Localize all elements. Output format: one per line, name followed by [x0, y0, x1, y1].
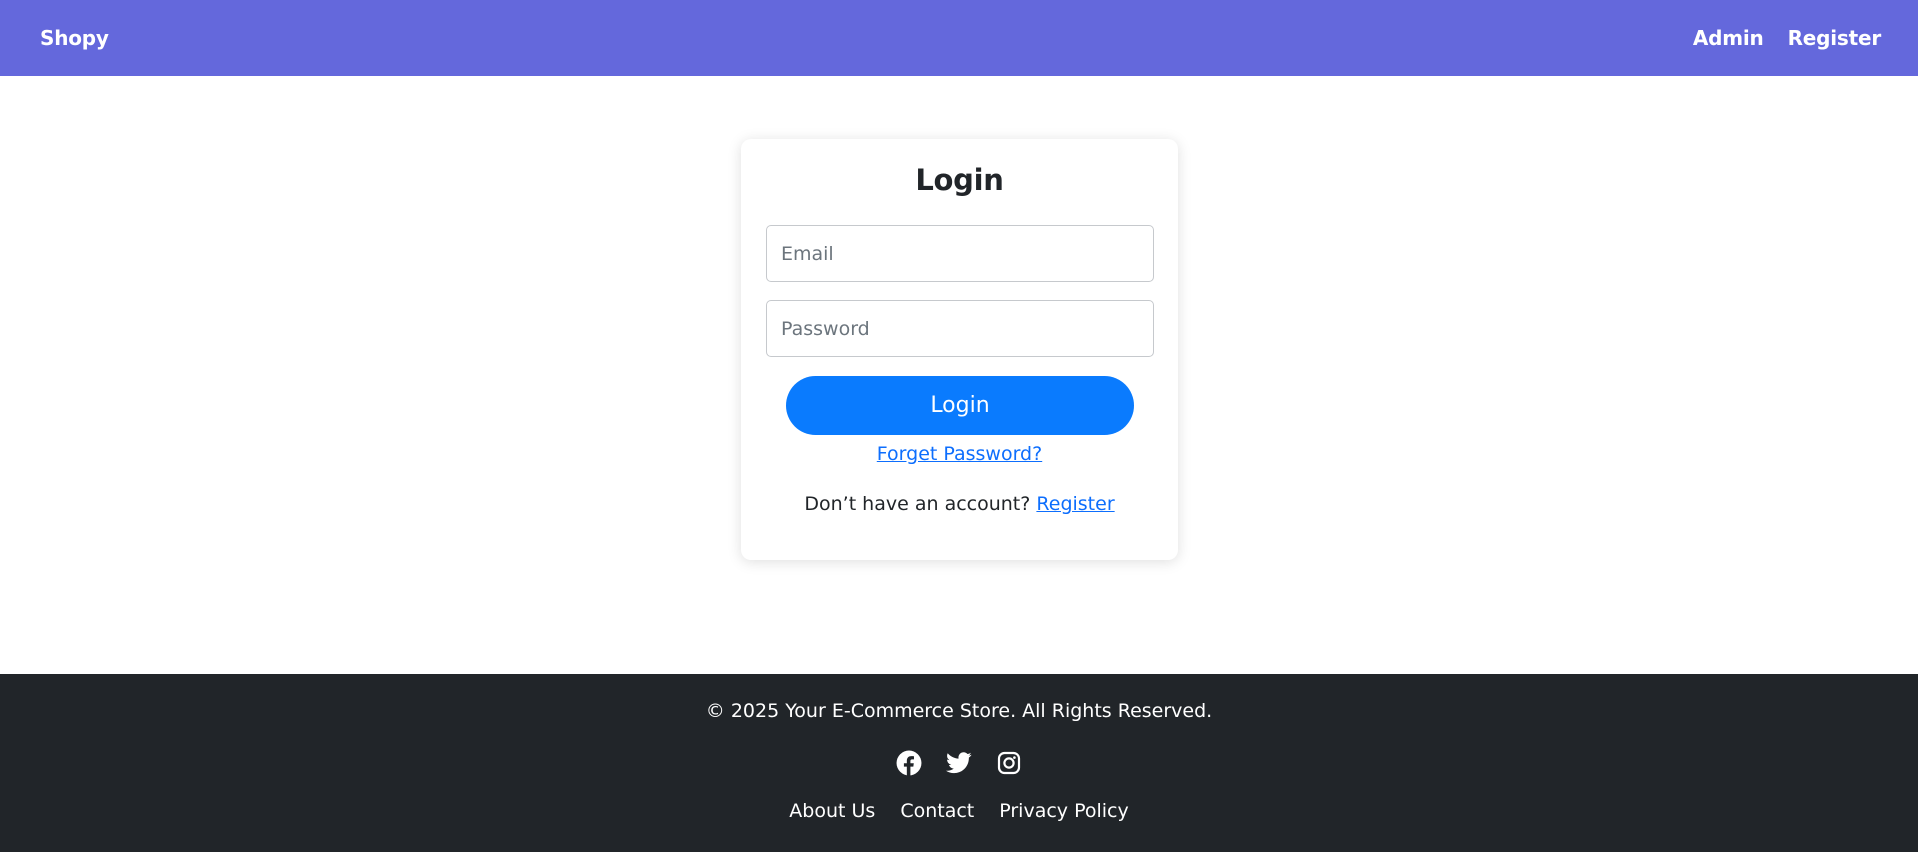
register-prompt: Don’t have an account? Register	[741, 489, 1178, 519]
forgot-password-row: Forget Password?	[741, 439, 1178, 469]
top-navbar: Shopy Admin Register	[0, 0, 1918, 76]
nav-links: Admin Register	[1693, 26, 1881, 50]
social-links	[0, 749, 1918, 777]
footer-link-privacy-policy[interactable]: Privacy Policy	[999, 798, 1128, 825]
nav-link-register[interactable]: Register	[1788, 26, 1882, 50]
login-title: Login	[915, 163, 1004, 197]
password-field[interactable]	[766, 300, 1154, 357]
twitter-icon[interactable]	[945, 749, 973, 777]
footer-links: About Us Contact Privacy Policy	[0, 798, 1918, 825]
footer-link-contact[interactable]: Contact	[900, 798, 974, 825]
register-prompt-text: Don’t have an account?	[804, 493, 1031, 515]
facebook-icon[interactable]	[895, 749, 923, 777]
copyright-text: © 2025 Your E-Commerce Store. All Rights…	[705, 700, 1213, 722]
nav-link-admin[interactable]: Admin	[1693, 26, 1764, 50]
register-link[interactable]: Register	[1036, 493, 1114, 515]
site-footer: © 2025 Your E-Commerce Store. All Rights…	[0, 674, 1918, 852]
brand-logo-link[interactable]: Shopy	[40, 26, 109, 50]
footer-link-about-us[interactable]: About Us	[789, 798, 875, 825]
login-button[interactable]: Login	[786, 376, 1134, 435]
login-card: Login Login Forget Password? Don’t have …	[741, 139, 1178, 560]
forgot-password-link[interactable]: Forget Password?	[877, 443, 1042, 465]
email-field[interactable]	[766, 225, 1154, 282]
instagram-icon[interactable]	[995, 749, 1023, 777]
